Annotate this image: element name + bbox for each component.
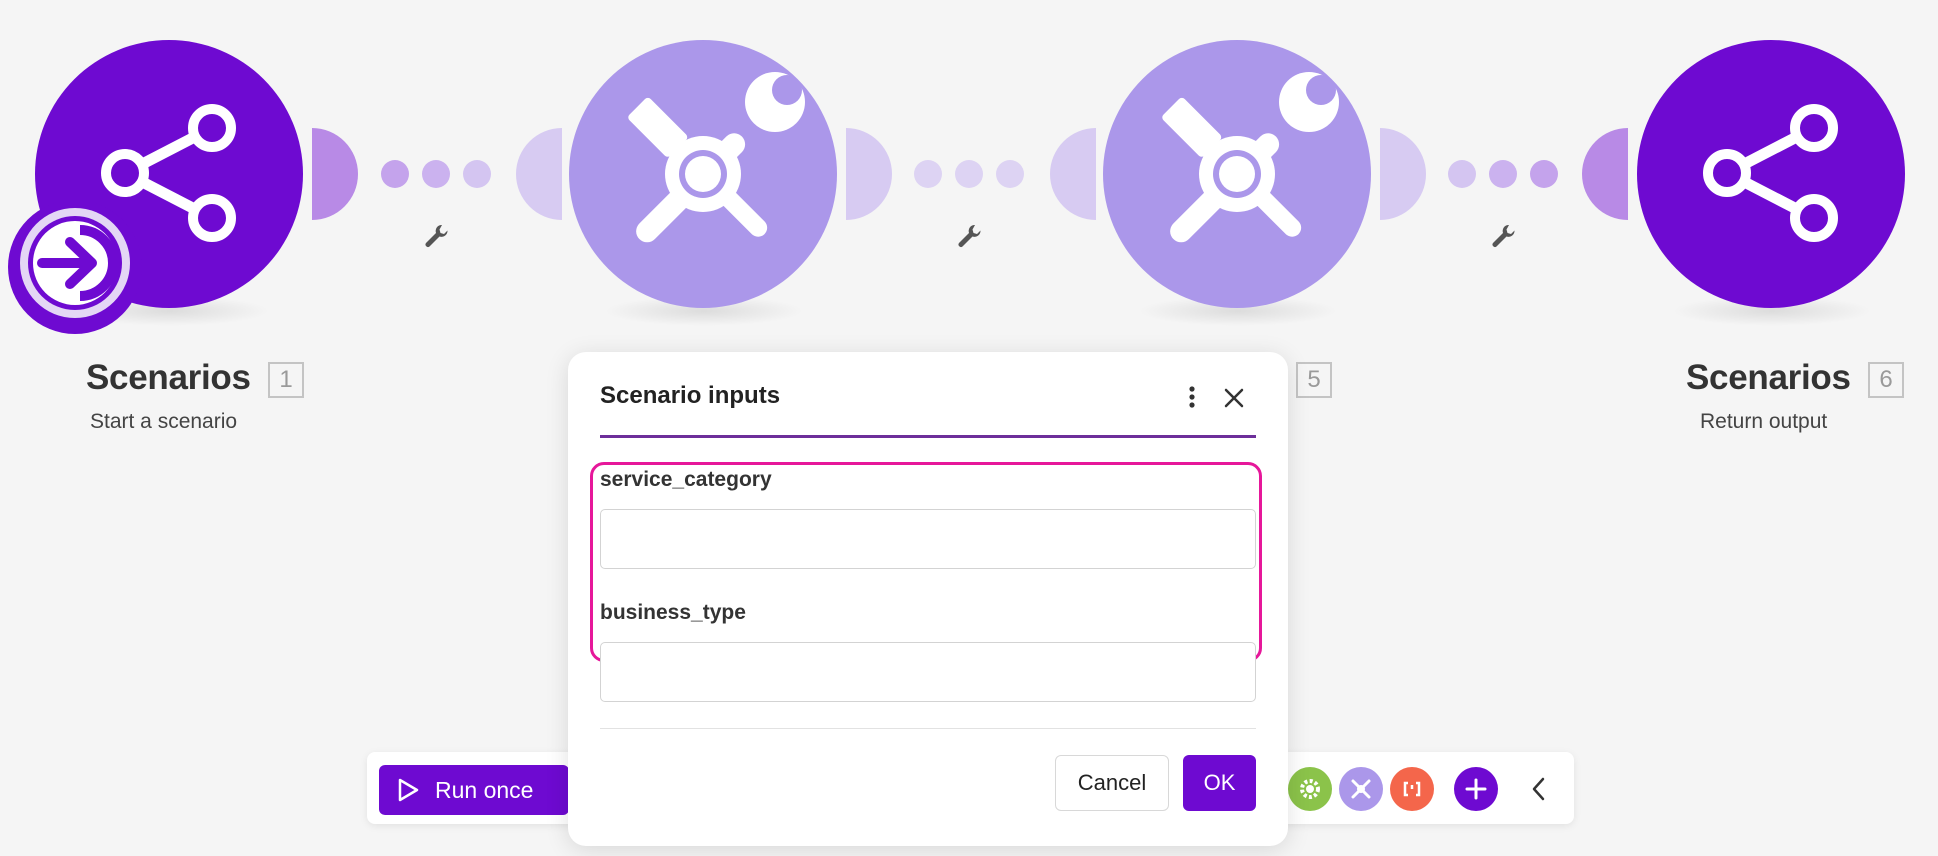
connector-handle-right[interactable] bbox=[1380, 128, 1428, 220]
connector-dot bbox=[422, 160, 450, 188]
chevron-left-icon[interactable] bbox=[1526, 775, 1552, 803]
module-tools[interactable] bbox=[1103, 40, 1371, 308]
plus-icon[interactable] bbox=[1454, 767, 1498, 811]
connector-dot bbox=[914, 160, 942, 188]
connector-dot bbox=[996, 160, 1024, 188]
connector-dot bbox=[1530, 160, 1558, 188]
field-label-business-type: business_type bbox=[600, 601, 746, 624]
connector-dot bbox=[955, 160, 983, 188]
connector-dot bbox=[1448, 160, 1476, 188]
module-title: Scenarios bbox=[1686, 358, 1851, 397]
close-icon[interactable] bbox=[1220, 384, 1248, 412]
connector-handle-left[interactable] bbox=[1048, 128, 1096, 220]
connector-handle-left[interactable] bbox=[1580, 128, 1628, 220]
more-options-icon[interactable] bbox=[1180, 382, 1204, 412]
wrench-icon[interactable] bbox=[422, 222, 450, 250]
module-tools[interactable] bbox=[569, 40, 837, 308]
scenario-inputs-dialog: Scenario inputs service_category busines… bbox=[568, 352, 1288, 846]
dialog-title: Scenario inputs bbox=[600, 382, 781, 409]
connector-dot bbox=[1489, 160, 1517, 188]
module-subtitle: Start a scenario bbox=[90, 410, 238, 433]
tools-icon bbox=[1162, 72, 1339, 243]
bracket-icon[interactable] bbox=[1390, 767, 1434, 811]
dialog-divider bbox=[600, 728, 1256, 729]
business-type-input[interactable] bbox=[600, 642, 1256, 702]
gear-icon[interactable] bbox=[1288, 767, 1332, 811]
module-number-badge: 1 bbox=[268, 362, 304, 398]
module-number-badge: 5 bbox=[1296, 362, 1332, 398]
tools-icon bbox=[628, 72, 805, 243]
trigger-start-icon[interactable] bbox=[8, 200, 142, 334]
connector-handle-right[interactable] bbox=[846, 128, 894, 220]
dialog-title-underline bbox=[600, 435, 1256, 438]
connector-dot bbox=[381, 160, 409, 188]
wrench-icon[interactable] bbox=[955, 222, 983, 250]
scenario-canvas: Scenarios 1 Start a scenario 5 Scenarios… bbox=[0, 0, 1938, 856]
module-title: Scenarios bbox=[86, 358, 251, 397]
connector-handle-right[interactable] bbox=[312, 128, 362, 220]
play-icon bbox=[398, 778, 419, 802]
field-label-service-category: service_category bbox=[600, 468, 772, 491]
module-scenarios-return[interactable] bbox=[1637, 40, 1905, 308]
cancel-button[interactable]: Cancel bbox=[1055, 755, 1169, 811]
connector-handle-left[interactable] bbox=[514, 128, 562, 220]
run-once-label: Run once bbox=[435, 776, 534, 803]
service-category-input[interactable] bbox=[600, 509, 1256, 569]
module-number-badge: 6 bbox=[1868, 362, 1904, 398]
module-subtitle: Return output bbox=[1700, 410, 1828, 433]
share-icon bbox=[1703, 104, 1838, 242]
wrench-icon[interactable] bbox=[1489, 222, 1517, 250]
run-once-button[interactable]: Run once bbox=[379, 765, 569, 815]
connector-dot bbox=[463, 160, 491, 188]
tools-icon[interactable] bbox=[1339, 767, 1383, 811]
ok-button[interactable]: OK bbox=[1183, 755, 1256, 811]
